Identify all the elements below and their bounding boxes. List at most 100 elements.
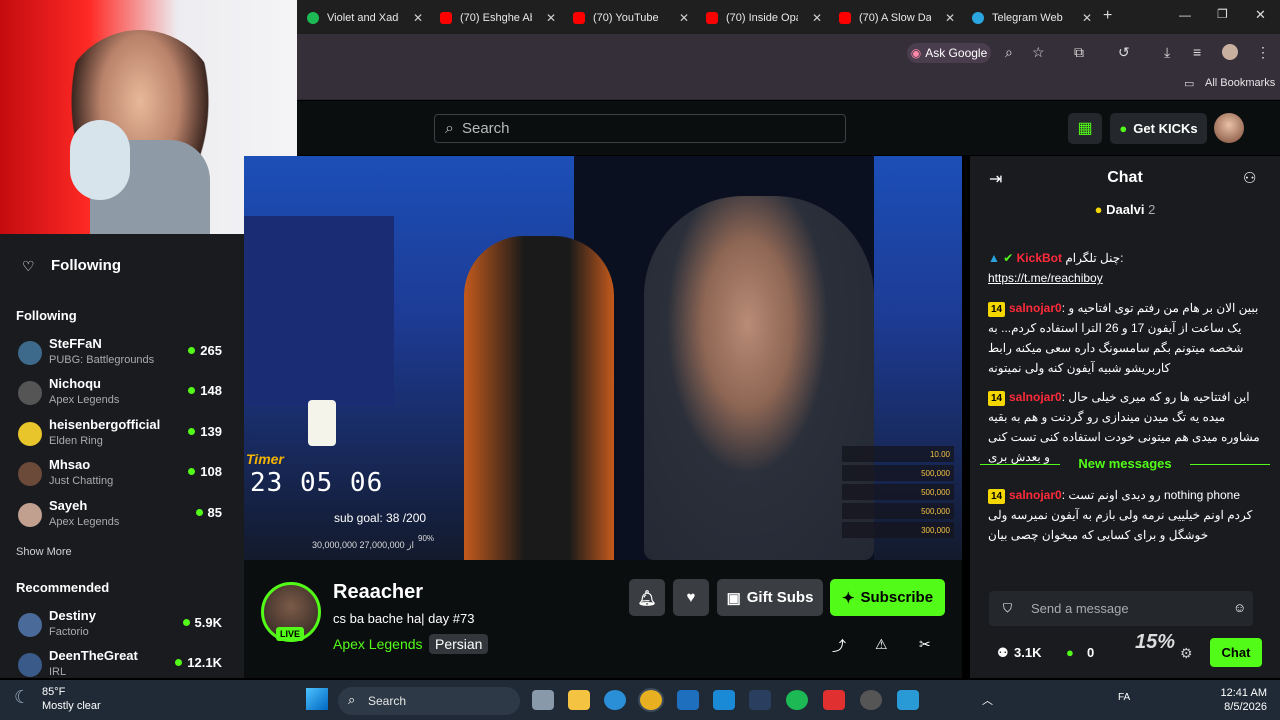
close-tab-icon[interactable]: ✕ [812, 11, 822, 25]
bookmark-star-icon[interactable]: ☆ [1032, 44, 1045, 61]
browser-tab[interactable]: Violet and Xader✕ [307, 6, 423, 30]
chrome-icon[interactable] [640, 690, 662, 710]
recommended-section-label: Recommended [16, 580, 110, 595]
sidebar-channel[interactable]: Nichoqu Apex Legends 148 [16, 376, 228, 416]
search-input[interactable]: ⌕ Search [434, 114, 846, 143]
sidebar-channel[interactable]: SteFFaN PUBG: Battlegrounds 265 [16, 336, 228, 376]
sub-badge: 14 [988, 391, 1005, 406]
folder-icon: ▭ [1184, 78, 1195, 90]
weather-icon[interactable]: ☾ [14, 687, 30, 708]
new-tab-icon[interactable]: + [1103, 7, 1112, 25]
system-clock[interactable]: 12:41 AM 8/5/2026 [1215, 686, 1267, 714]
report-icon[interactable]: ⚠ [875, 636, 888, 653]
sidebar-title[interactable]: Following [51, 257, 121, 274]
streamer-name[interactable]: Reaacher [333, 581, 423, 604]
media-icon[interactable]: ≡ [1193, 44, 1201, 60]
following-section-label: Following [16, 308, 77, 323]
live-dot-icon [188, 468, 196, 475]
viewers-icon: ⚉ [997, 645, 1009, 660]
close-tab-icon[interactable]: ✕ [1082, 11, 1092, 25]
browser-tab[interactable]: Telegram Web ✕ [972, 6, 1092, 30]
live-dot-icon [188, 387, 196, 394]
subscribe-button[interactable]: ✦ Subscribe [830, 579, 945, 616]
user-avatar[interactable] [1214, 113, 1244, 143]
follow-button[interactable]: ♥ [673, 579, 709, 616]
browser-tab[interactable]: (70) YouTube ✕ [573, 6, 689, 30]
sidebar-channel[interactable]: Destiny Factorio 5.9K [16, 608, 228, 648]
extensions-icon[interactable]: ⧉ [1074, 44, 1084, 61]
spotify-icon[interactable] [786, 690, 808, 710]
donation-row: 500,000 [842, 503, 954, 519]
sub-goal-progress: 30,000,000 از 27,000,000 [312, 540, 414, 550]
avatar [18, 381, 42, 405]
browser-tab[interactable]: (70) A Slow Day ✕ [839, 6, 955, 30]
emoji-icon[interactable]: ☺ [1233, 600, 1246, 615]
ask-google-button[interactable]: ◉ Ask Google [907, 43, 991, 63]
notification-bell-button[interactable]: 🔔︎ [629, 579, 665, 616]
get-kicks-button[interactable]: ● Get KICKs [1110, 113, 1207, 144]
app-icon[interactable] [897, 690, 919, 710]
coin-icon: ● [1094, 202, 1103, 217]
chat-input[interactable]: Send a message [989, 591, 1253, 626]
verified-icon: ✔ [1003, 251, 1014, 265]
show-more-link[interactable]: Show More [16, 546, 72, 558]
profile-avatar[interactable] [1222, 44, 1238, 60]
edge-icon[interactable] [604, 690, 626, 710]
steam-icon[interactable] [749, 690, 771, 710]
minimize-icon[interactable]: — [1179, 8, 1191, 22]
app-icon[interactable] [823, 690, 845, 710]
browser-tab[interactable]: (70) Inside Opal ✕ [706, 6, 822, 30]
viewer-count: 3.1K [1014, 645, 1042, 660]
close-tab-icon[interactable]: ✕ [546, 11, 556, 25]
browser-tab[interactable]: (70) Eshghe Abadi✕ [440, 6, 556, 30]
send-chat-button[interactable]: Chat [1210, 638, 1262, 667]
chat-message: 14 salnojar0: این افتتاحیه ها رو که میری … [988, 390, 1260, 464]
live-dot-icon [182, 619, 190, 626]
tray-chevron-icon[interactable]: ︿ [982, 692, 993, 708]
close-tab-icon[interactable]: ✕ [679, 11, 689, 25]
maximize-icon[interactable]: ❐ [1217, 7, 1228, 21]
history-icon[interactable]: ↺ [1118, 44, 1130, 61]
download-icon[interactable]: ⤓ [1164, 44, 1170, 61]
stream-category[interactable]: Apex Legends [333, 636, 423, 652]
gift-subs-button[interactable]: ▣ Gift Subs [717, 579, 823, 616]
settings-icon[interactable]: ⚙ [1180, 645, 1193, 662]
language-tag[interactable]: Persian [429, 634, 489, 654]
close-tab-icon[interactable]: ✕ [413, 11, 423, 25]
all-bookmarks[interactable]: All Bookmarks [1205, 77, 1275, 89]
window-close-icon[interactable]: ✕ [1255, 7, 1266, 23]
task-view-icon[interactable] [532, 690, 554, 710]
new-messages-divider[interactable]: New messages [980, 456, 1270, 474]
chat-link[interactable]: https://t.me/reachiboy [988, 271, 1103, 285]
store-icon[interactable] [677, 690, 699, 710]
avatar [18, 422, 42, 446]
app-icon[interactable] [713, 690, 735, 710]
live-badge: LIVE [276, 627, 304, 641]
browser-toolbar [297, 34, 1280, 72]
donation-row: 500,000 [842, 465, 954, 481]
avatar [18, 653, 42, 677]
file-explorer-icon[interactable] [568, 690, 590, 710]
gift-icon[interactable]: ▦ [1068, 113, 1102, 144]
stream-title: cs ba bache ha| day #73 [333, 611, 475, 626]
close-tab-icon[interactable]: ✕ [945, 11, 955, 25]
donation-row: 500,000 [842, 484, 954, 500]
keyboard-language[interactable]: FA [1118, 692, 1130, 703]
kicks-balance: 0 [1087, 645, 1095, 660]
sidebar-channel[interactable]: Mhsao Just Chatting 108 [16, 457, 228, 497]
windows-start-icon[interactable] [306, 688, 328, 710]
app-icon[interactable] [860, 690, 882, 710]
sidebar-channel[interactable]: Sayeh Apex Legends 85 [16, 498, 228, 538]
avatar [18, 503, 42, 527]
taskbar-search[interactable]: Search [338, 687, 520, 715]
weather-widget[interactable]: 85°F Mostly clear [42, 685, 101, 713]
chat-top-gifter[interactable]: ● Daalvi 2 [970, 202, 1280, 228]
users-icon[interactable]: ⚇ [1243, 169, 1256, 187]
zoom-icon[interactable]: ⌕ [1005, 44, 1013, 61]
search-icon: ⌕ [445, 119, 454, 137]
sidebar-channel[interactable]: heisenbergofficial Elden Ring 139 [16, 417, 228, 457]
share-icon[interactable]: ⤴ [832, 636, 846, 656]
donation-row: 300,000 [842, 522, 954, 538]
menu-dots-icon[interactable]: ⋮ [1256, 44, 1270, 61]
clip-icon[interactable]: ✂ [919, 636, 931, 653]
